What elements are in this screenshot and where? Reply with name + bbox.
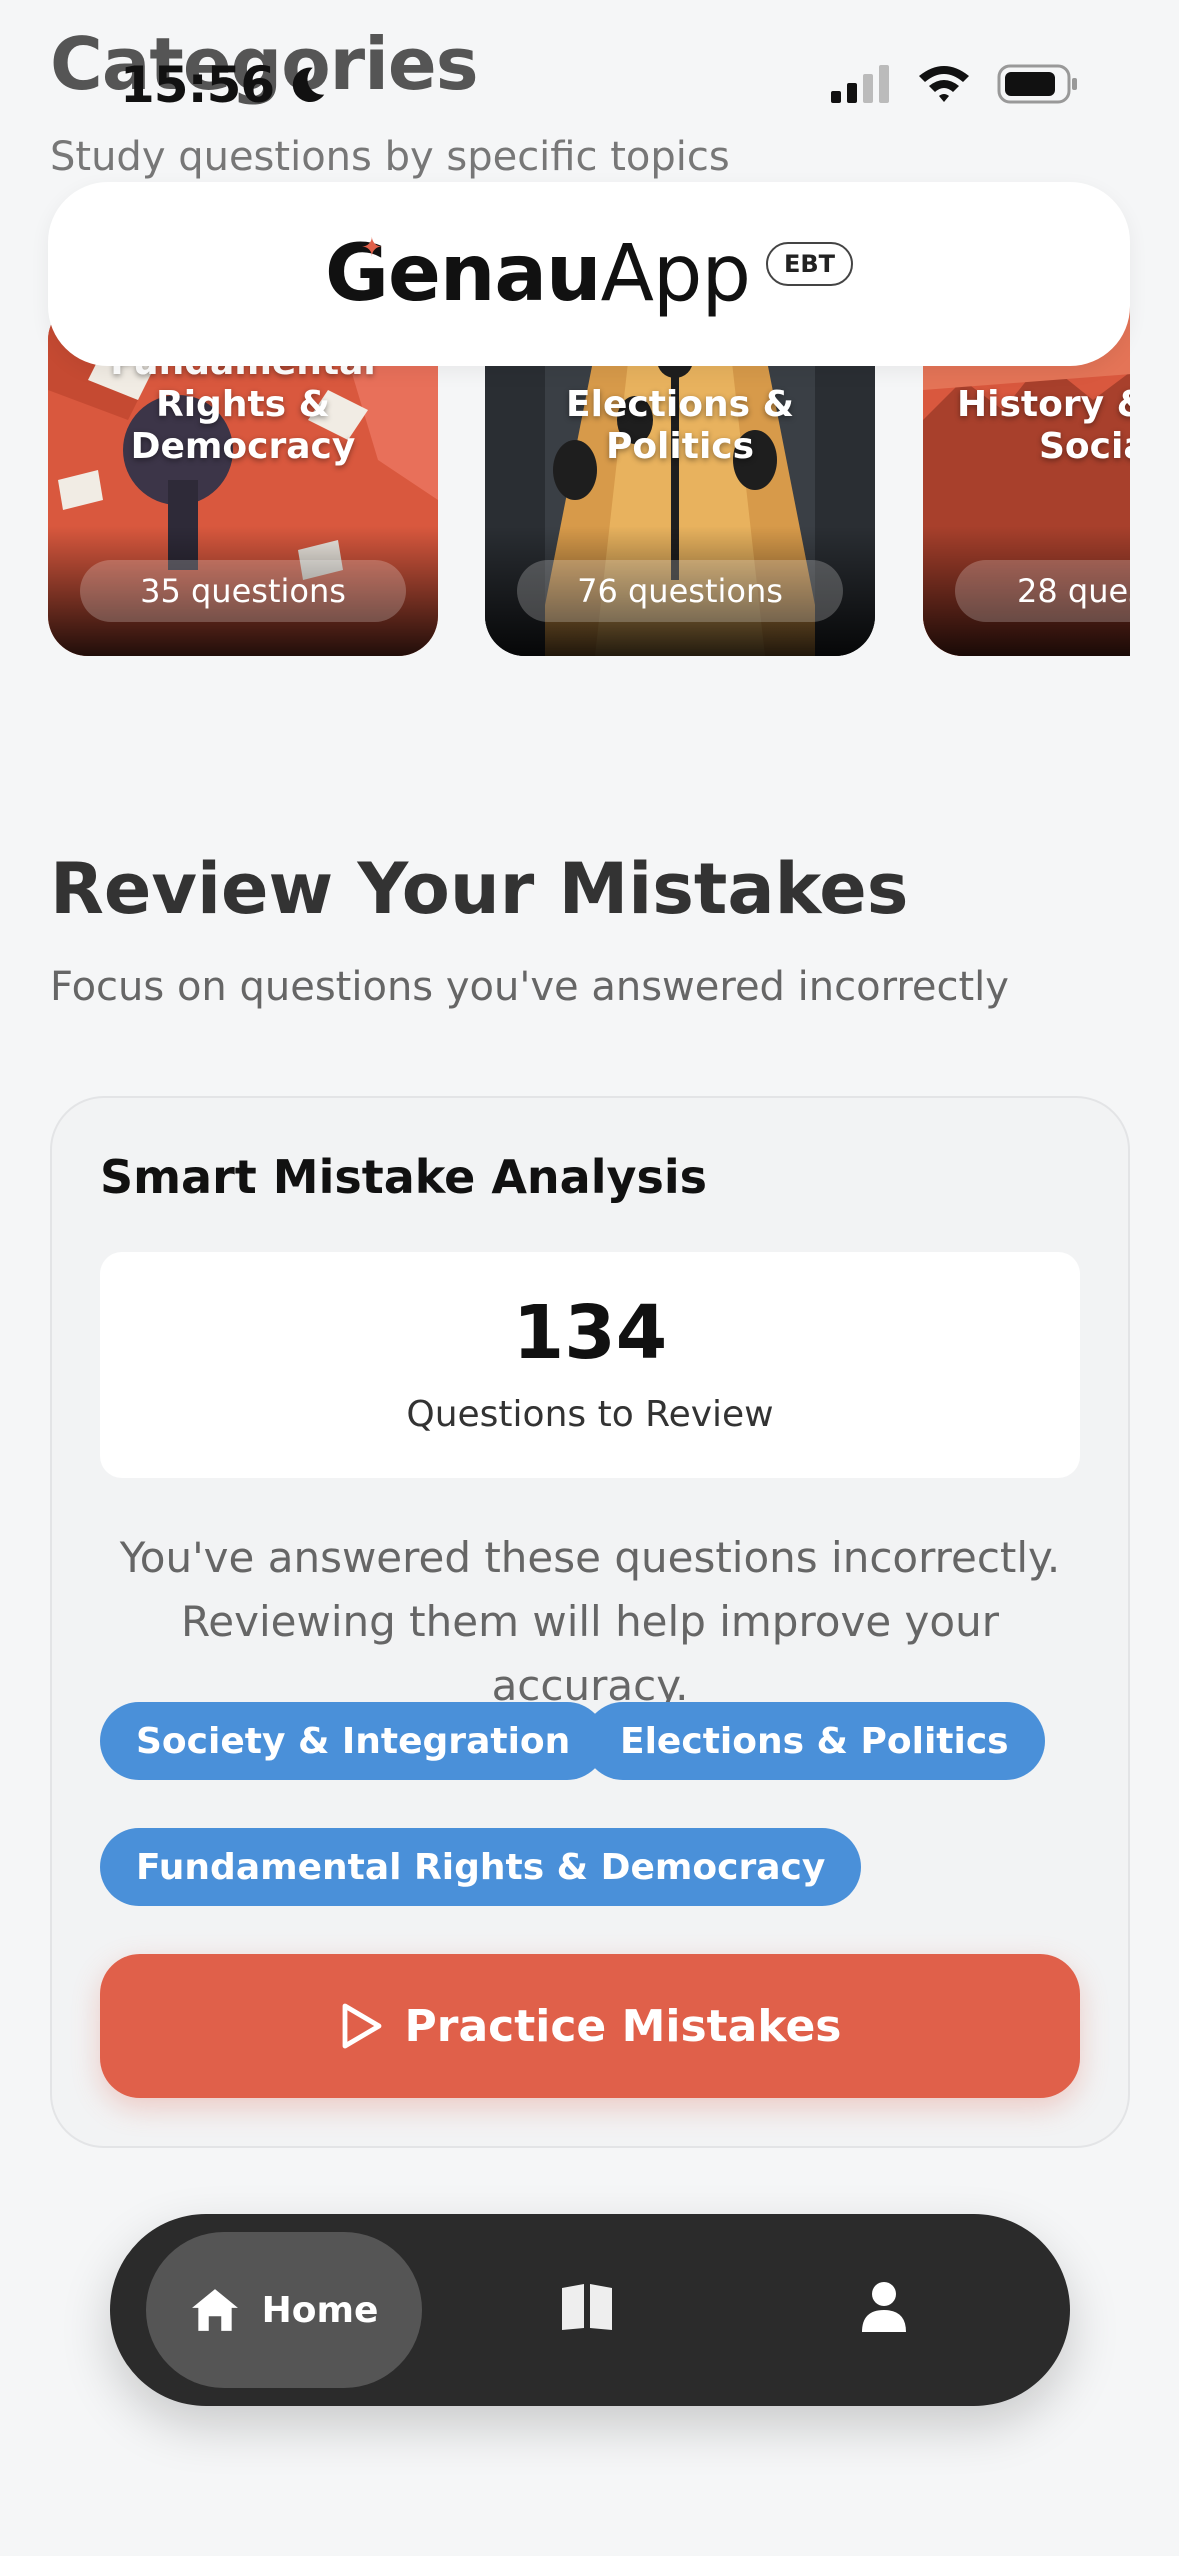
logo-light: App (600, 229, 751, 319)
review-section-subtitle: Focus on questions you've answered incor… (50, 964, 1009, 1010)
status-time: 15:56 (120, 56, 330, 114)
app-header: ✦ Genau App EBT (48, 182, 1130, 366)
tag-society-integration[interactable]: Society & Integration (100, 1702, 607, 1780)
card-title: History & Socia (957, 384, 1130, 467)
cellular-signal-icon (831, 65, 889, 103)
person-icon[interactable] (862, 2280, 906, 2332)
app-logo: ✦ Genau App (324, 229, 751, 319)
clock-text: 15:56 (120, 56, 275, 114)
card-question-count: 35 questions (80, 560, 406, 622)
mistake-analysis-card: Smart Mistake Analysis 134 Questions to … (50, 1096, 1130, 2148)
mistake-count-label: Questions to Review (406, 1394, 774, 1435)
status-bar: 15:56 (0, 0, 1179, 170)
nav-home-label: Home (261, 2289, 379, 2331)
home-icon (191, 2289, 238, 2331)
moon-icon (292, 67, 325, 103)
play-icon (342, 2003, 381, 2049)
practice-button-label: Practice Mistakes (404, 2000, 842, 2052)
nav-home-tab[interactable]: Home (146, 2232, 422, 2388)
book-icon[interactable] (560, 2282, 614, 2332)
mistake-card-title: Smart Mistake Analysis (100, 1150, 707, 1204)
tag-elections-politics[interactable]: Elections & Politics (584, 1702, 1045, 1780)
review-section-title: Review Your Mistakes (50, 848, 909, 930)
wifi-icon (919, 66, 969, 102)
mistake-count-box: 134 Questions to Review (100, 1252, 1080, 1478)
card-question-count: 76 questions (517, 560, 843, 622)
card-title: Elections & Politics (566, 384, 794, 467)
tag-fundamental-rights[interactable]: Fundamental Rights & Democracy (100, 1828, 862, 1906)
mistake-count: 134 (512, 1290, 668, 1376)
battery-icon (997, 64, 1077, 104)
mistake-description: You've answered these questions incorrec… (119, 1533, 1061, 1710)
bottom-nav: Home (110, 2214, 1070, 2406)
status-icons (831, 64, 1079, 104)
practice-mistakes-button[interactable]: Practice Mistakes (100, 1954, 1080, 2098)
card-question-count: 28 ques (955, 560, 1130, 622)
sparkle-icon: ✦ (360, 233, 383, 263)
logo-bold: ✦ Genau (324, 229, 602, 319)
ebt-badge: EBT (765, 242, 854, 286)
